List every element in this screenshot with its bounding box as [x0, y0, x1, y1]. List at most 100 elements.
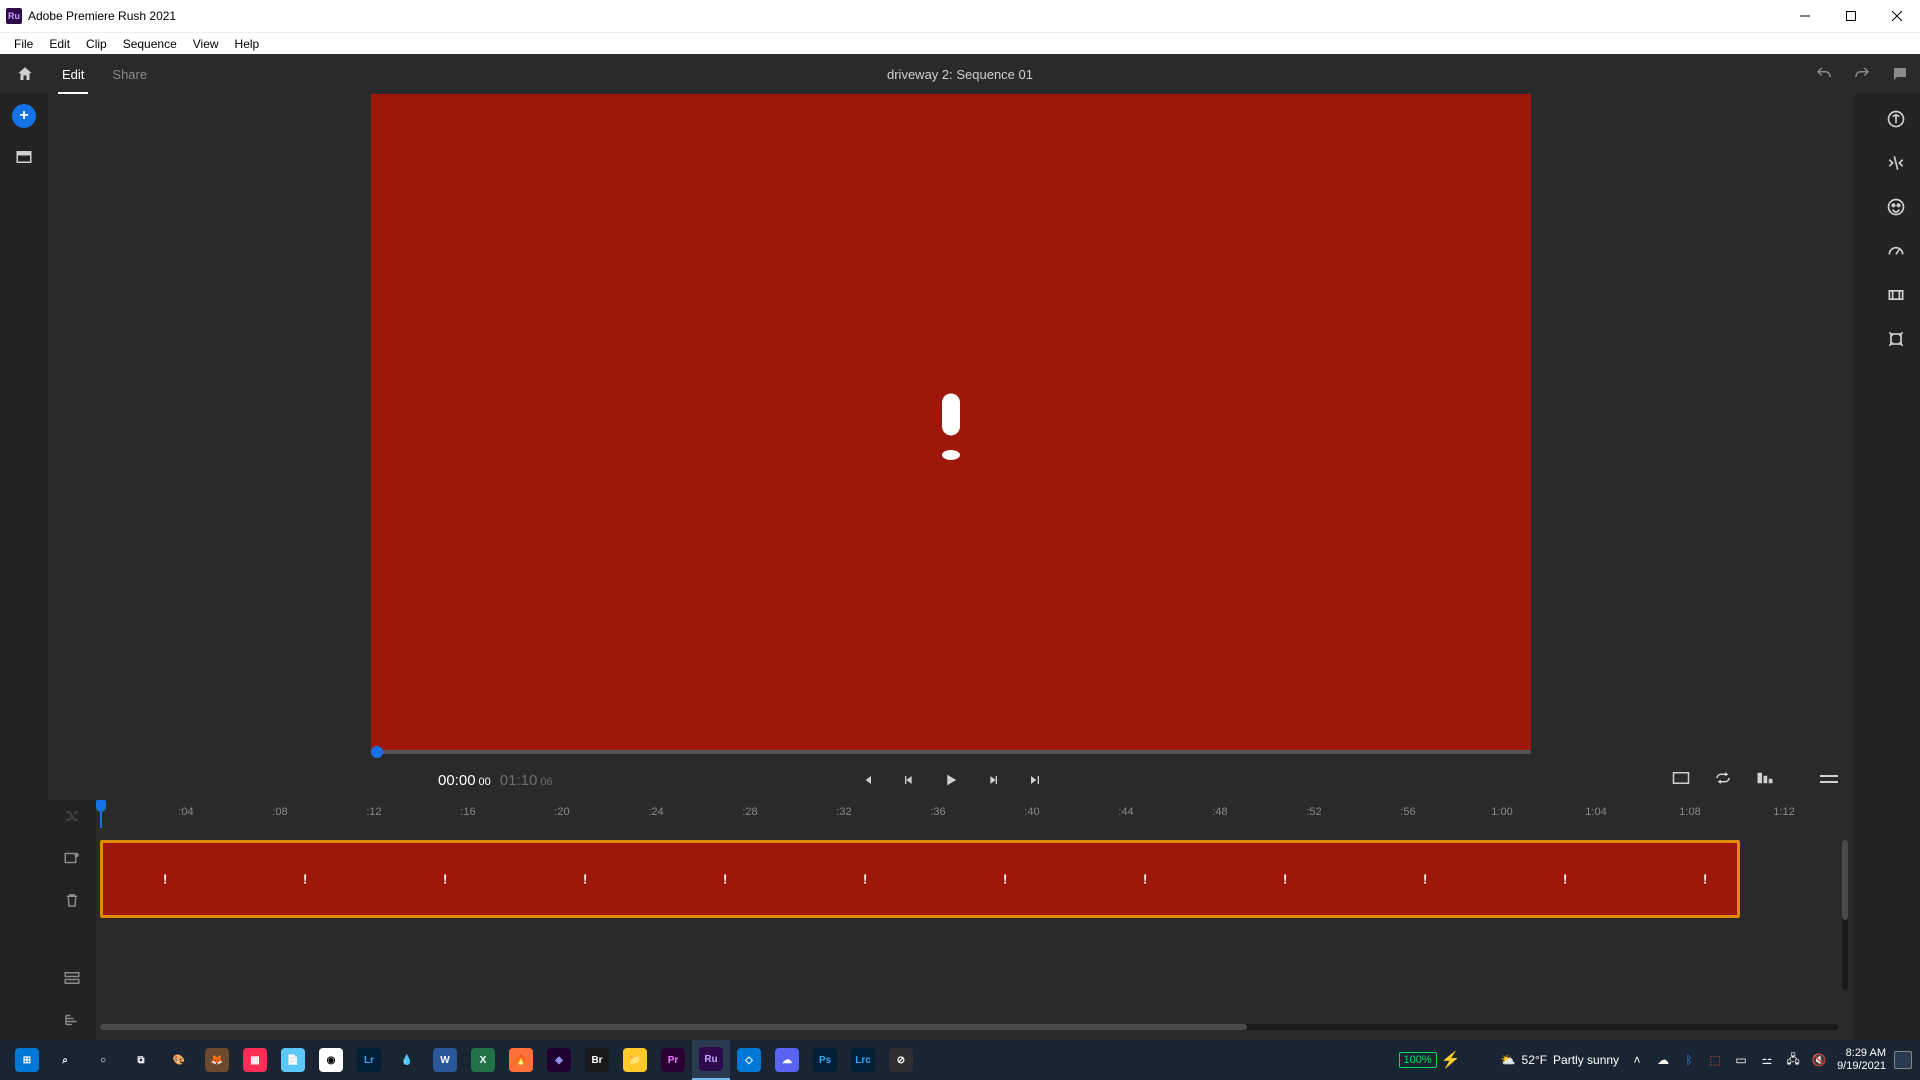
track-size-button[interactable] — [62, 1010, 82, 1030]
track-display-button[interactable] — [62, 968, 82, 988]
tray-chevron-icon[interactable]: ˄ — [1629, 1052, 1645, 1068]
go-to-start-button[interactable] — [857, 770, 877, 790]
tray-app-icon[interactable]: ⬚ — [1707, 1052, 1723, 1068]
taskbar-obs-icon: ⊘ — [889, 1048, 913, 1072]
timeline-clip[interactable]: !!!!!!!!!!!! — [100, 840, 1740, 918]
taskbar-lightroom-button[interactable]: Lr — [350, 1040, 388, 1080]
timeline-body[interactable]: :04:08:12:16:20:24:28:32:36:40:44:48:52:… — [96, 800, 1854, 1040]
window-close-button[interactable] — [1874, 0, 1920, 32]
home-button[interactable] — [10, 65, 40, 83]
menu-file[interactable]: File — [6, 37, 41, 51]
project-panel-button[interactable] — [13, 146, 35, 168]
timeline-options-button[interactable] — [1820, 773, 1838, 787]
tray-network-icon[interactable]: 🖧 — [1785, 1052, 1801, 1068]
v-scroll-thumb[interactable] — [1842, 840, 1848, 920]
taskbar-gimp-button[interactable]: 🦊 — [198, 1040, 236, 1080]
transform-button[interactable] — [1885, 328, 1907, 350]
step-back-button[interactable] — [899, 770, 919, 790]
taskbar-excel-button[interactable]: X — [464, 1040, 502, 1080]
menu-view[interactable]: View — [185, 37, 227, 51]
redo-button[interactable] — [1852, 64, 1872, 84]
delete-button[interactable] — [62, 890, 82, 910]
timecode-current: 00:00 — [438, 772, 476, 789]
taskbar-rush-button[interactable]: Ru — [692, 1040, 730, 1080]
scrubber-thumb[interactable] — [371, 746, 383, 758]
taskbar-taskview-button[interactable]: ⧉ — [122, 1040, 160, 1080]
fullscreen-button[interactable] — [1672, 771, 1692, 789]
audio-button[interactable] — [1885, 284, 1907, 306]
tab-share[interactable]: Share — [98, 54, 161, 94]
taskbar-cortana-icon: ○ — [91, 1048, 115, 1072]
menu-clip[interactable]: Clip — [78, 37, 115, 51]
tray-volume-icon[interactable]: 🔇 — [1811, 1052, 1827, 1068]
video-preview[interactable] — [371, 94, 1531, 750]
weather-widget[interactable]: ⛅ 52°F Partly sunny — [1501, 1053, 1619, 1067]
shuffle-icon[interactable] — [62, 806, 82, 826]
taskbar-cortana-button[interactable]: ○ — [84, 1040, 122, 1080]
color-button[interactable] — [1885, 196, 1907, 218]
titles-button[interactable] — [1885, 108, 1907, 130]
taskbar-notepad-button[interactable]: 📄 — [274, 1040, 312, 1080]
taskbar-start-button[interactable]: ⊞ — [8, 1040, 46, 1080]
panel-divider[interactable] — [1854, 94, 1872, 1040]
mute-video-icon[interactable] — [62, 848, 82, 868]
timeline-ruler[interactable]: :04:08:12:16:20:24:28:32:36:40:44:48:52:… — [96, 800, 1854, 828]
play-button[interactable] — [941, 770, 961, 790]
ruler-tick: 1:00 — [1491, 806, 1512, 818]
undo-button[interactable] — [1814, 64, 1834, 84]
timeline-left-rail — [48, 800, 96, 1040]
menu-sequence[interactable]: Sequence — [115, 37, 185, 51]
weather-temp: 52°F — [1522, 1053, 1547, 1067]
action-center-button[interactable] — [1894, 1051, 1912, 1069]
playhead[interactable] — [100, 800, 102, 828]
taskbar-vscode-button[interactable]: ◇ — [730, 1040, 768, 1080]
tray-meet-icon[interactable]: ▭ — [1733, 1052, 1749, 1068]
taskbar-clock[interactable]: 8:29 AM 9/19/2021 — [1837, 1047, 1886, 1073]
taskbar-search-button[interactable]: ⌕ — [46, 1040, 84, 1080]
menu-help[interactable]: Help — [227, 37, 268, 51]
right-rail — [1872, 94, 1920, 1040]
loop-button[interactable] — [1714, 771, 1734, 789]
taskbar-photoshop-button[interactable]: Ps — [806, 1040, 844, 1080]
taskbar-explorer-button[interactable]: 📁 — [616, 1040, 654, 1080]
taskbar-paint3d-icon: 🎨 — [167, 1048, 191, 1072]
step-forward-button[interactable] — [983, 770, 1003, 790]
window-maximize-button[interactable] — [1828, 0, 1874, 32]
clip-error-marker: ! — [163, 872, 167, 887]
taskbar-vscode-icon: ◇ — [737, 1048, 761, 1072]
tray-bluetooth-icon[interactable]: ᛒ — [1681, 1052, 1697, 1068]
taskbar-firefox-button[interactable]: 🔥 — [502, 1040, 540, 1080]
timeline-h-scrollbar[interactable] — [100, 1024, 1838, 1034]
transitions-button[interactable] — [1885, 152, 1907, 174]
taskbar-obs-button[interactable]: ⊘ — [882, 1040, 920, 1080]
taskbar-lrc-button[interactable]: Lrc — [844, 1040, 882, 1080]
taskbar-search-icon: ⌕ — [53, 1048, 77, 1072]
taskbar-discord-button[interactable]: ☁ — [768, 1040, 806, 1080]
clip-error-marker: ! — [1143, 872, 1147, 887]
timeline-v-scrollbar[interactable] — [1840, 840, 1850, 990]
tray-onedrive-icon[interactable]: ☁ — [1655, 1052, 1671, 1068]
preview-scrubber[interactable] — [371, 750, 1531, 754]
battery-indicator[interactable]: 100% — [1399, 1052, 1437, 1068]
taskbar-chrome-button[interactable]: ◉ — [312, 1040, 350, 1080]
taskbar-aftereffects-button[interactable]: ◈ — [540, 1040, 578, 1080]
taskbar-photos-button[interactable]: ▦ — [236, 1040, 274, 1080]
taskbar-premiere-button[interactable]: Pr — [654, 1040, 692, 1080]
taskbar-paint3d-button[interactable]: 🎨 — [160, 1040, 198, 1080]
taskbar-paintnet-button[interactable]: 💧 — [388, 1040, 426, 1080]
expand-tracks-button[interactable] — [1756, 771, 1776, 789]
menu-edit[interactable]: Edit — [41, 37, 78, 51]
system-tray[interactable]: ˄ ☁ ᛒ ⬚ ▭ ⚍ 🖧 🔇 — [1629, 1052, 1827, 1068]
taskbar-bridge-button[interactable]: Br — [578, 1040, 616, 1080]
comment-button[interactable] — [1890, 64, 1910, 84]
tab-edit[interactable]: Edit — [48, 54, 98, 94]
taskbar-premiere-icon: Pr — [661, 1048, 685, 1072]
tray-wifi-icon[interactable]: ⚍ — [1759, 1052, 1775, 1068]
timecode-duration: 01:10 — [500, 772, 538, 789]
add-media-button[interactable]: + — [12, 104, 36, 128]
speed-button[interactable] — [1885, 240, 1907, 262]
h-scroll-thumb[interactable] — [100, 1024, 1247, 1030]
window-minimize-button[interactable] — [1782, 0, 1828, 32]
go-to-end-button[interactable] — [1025, 770, 1045, 790]
taskbar-word-button[interactable]: W — [426, 1040, 464, 1080]
